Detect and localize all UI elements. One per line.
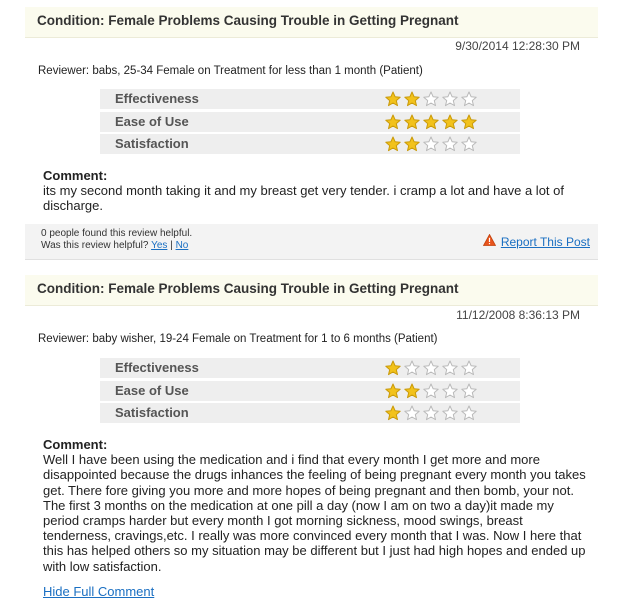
rating-row-satisfaction: Satisfaction — [100, 134, 520, 154]
warning-icon — [482, 233, 497, 249]
star-filled-icon — [385, 383, 401, 399]
star-filled-icon — [385, 91, 401, 107]
star-filled-icon — [385, 405, 401, 421]
star-empty-icon — [461, 405, 477, 421]
helpful-count: 0 people found this review helpful. — [41, 228, 193, 239]
star-empty-icon — [404, 360, 420, 376]
star-filled-icon — [404, 114, 420, 130]
star-empty-icon — [442, 383, 458, 399]
rating-row-satisfaction: Satisfaction — [100, 403, 520, 423]
star-filled-icon — [423, 114, 439, 130]
rating-row-ease-of-use: Ease of Use — [100, 111, 520, 132]
helpful-yes-link[interactable]: Yes — [151, 240, 167, 251]
comment-block: Comment: its my second month taking it a… — [43, 168, 588, 214]
comment-text: Well I have been using the medication an… — [43, 452, 586, 574]
helpful-question-row: Was this review helpful? Yes | No — [41, 240, 188, 251]
rating-label: Ease of Use — [115, 113, 189, 129]
star-filled-icon — [404, 383, 420, 399]
star-empty-icon — [423, 91, 439, 107]
star-rating — [385, 405, 477, 421]
comment-block: Comment: Well I have been using the medi… — [43, 437, 588, 574]
condition-header: Condition: Female Problems Causing Troub… — [25, 275, 598, 306]
star-rating — [385, 136, 477, 152]
star-filled-icon — [442, 114, 458, 130]
star-empty-icon — [442, 136, 458, 152]
rating-row-ease-of-use: Ease of Use — [100, 380, 520, 401]
reviewer-info: Reviewer: babs, 25-34 Female on Treatmen… — [38, 65, 423, 77]
condition-header: Condition: Female Problems Causing Troub… — [25, 7, 598, 38]
star-empty-icon — [461, 136, 477, 152]
rating-label: Ease of Use — [115, 382, 189, 398]
star-filled-icon — [404, 91, 420, 107]
report-post[interactable]: Report This Post — [482, 233, 590, 249]
review-date: 9/30/2014 12:28:30 PM — [455, 39, 580, 53]
review-date: 11/12/2008 8:36:13 PM — [456, 308, 580, 322]
star-empty-icon — [461, 360, 477, 376]
rating-label: Satisfaction — [115, 405, 189, 420]
separator: | — [170, 240, 173, 251]
rating-label: Effectiveness — [115, 360, 199, 375]
star-empty-icon — [423, 405, 439, 421]
star-empty-icon — [423, 360, 439, 376]
reviewer-info: Reviewer: baby wisher, 19-24 Female on T… — [38, 333, 438, 345]
report-post-link[interactable]: Report This Post — [501, 235, 590, 249]
star-filled-icon — [461, 114, 477, 130]
star-empty-icon — [461, 383, 477, 399]
star-empty-icon — [442, 360, 458, 376]
helpful-no-link[interactable]: No — [176, 240, 189, 251]
star-empty-icon — [423, 383, 439, 399]
ratings-table: Effectiveness Ease of Use Satisfaction — [100, 358, 520, 426]
star-empty-icon — [404, 405, 420, 421]
star-rating — [385, 360, 477, 376]
comment-text: its my second month taking it and my bre… — [43, 183, 564, 214]
star-empty-icon — [442, 405, 458, 421]
comment-label: Comment: — [43, 437, 108, 452]
star-empty-icon — [423, 136, 439, 152]
rating-label: Satisfaction — [115, 136, 189, 151]
star-rating — [385, 383, 477, 399]
condition-title: Condition: Female Problems Causing Troub… — [37, 13, 459, 28]
rating-row-effectiveness: Effectiveness — [100, 89, 520, 109]
rating-row-effectiveness: Effectiveness — [100, 358, 520, 378]
comment-label: Comment: — [43, 168, 108, 183]
star-filled-icon — [404, 136, 420, 152]
rating-label: Effectiveness — [115, 91, 199, 106]
star-filled-icon — [385, 136, 401, 152]
star-filled-icon — [385, 360, 401, 376]
ratings-table: Effectiveness Ease of Use Satisfaction — [100, 89, 520, 157]
star-empty-icon — [442, 91, 458, 107]
helpful-bar: 0 people found this review helpful. Was … — [25, 224, 598, 260]
helpful-question: Was this review helpful? — [41, 240, 149, 251]
star-empty-icon — [461, 91, 477, 107]
star-rating — [385, 91, 477, 107]
star-filled-icon — [385, 114, 401, 130]
condition-title: Condition: Female Problems Causing Troub… — [37, 281, 459, 296]
star-rating — [385, 114, 477, 130]
